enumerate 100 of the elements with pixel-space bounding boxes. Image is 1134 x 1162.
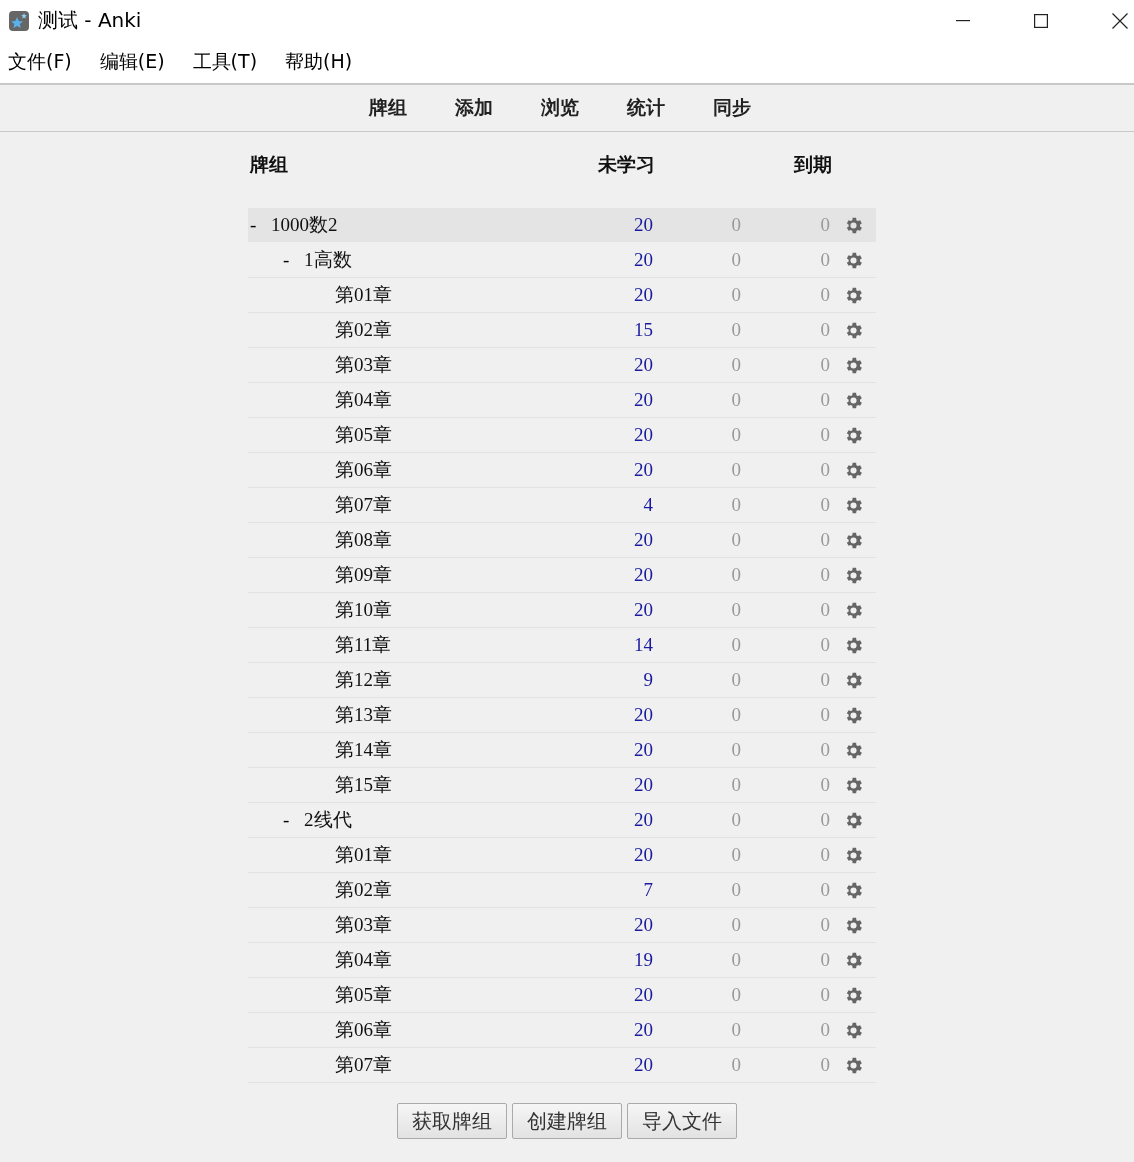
action-button[interactable]: 获取牌组: [397, 1103, 507, 1139]
learning-count: 0: [730, 389, 741, 411]
deck-name[interactable]: 第03章: [335, 912, 392, 938]
deck-name[interactable]: 第02章: [335, 877, 392, 903]
deck-name[interactable]: 第13章: [335, 702, 392, 728]
learning-count: 0: [730, 774, 741, 796]
deck-name[interactable]: 第14章: [335, 737, 392, 763]
deck-name[interactable]: 2线代: [304, 807, 352, 833]
deck-row[interactable]: 第12章 9 0 0: [248, 663, 876, 698]
minimize-icon[interactable]: [956, 19, 970, 22]
deck-name[interactable]: 第09章: [335, 562, 392, 588]
collapse-toggle[interactable]: -: [250, 214, 271, 236]
deck-row[interactable]: 第06章 20 0 0: [248, 453, 876, 488]
toolbar-link[interactable]: 同步: [713, 95, 751, 121]
new-count: 20: [633, 424, 653, 446]
window-title: 测试 - Anki: [38, 7, 142, 34]
deck-row[interactable]: 第14章 20 0 0: [248, 733, 876, 768]
deck-row[interactable]: - 1000数2 20 0 0: [248, 208, 876, 243]
collapse-toggle[interactable]: -: [283, 249, 304, 271]
maximize-icon[interactable]: [1034, 13, 1048, 28]
menu-item[interactable]: 文件(F): [8, 49, 72, 75]
deck-name[interactable]: 第04章: [335, 387, 392, 413]
menu-item[interactable]: 编辑(E): [99, 49, 165, 75]
deck-name[interactable]: 第05章: [335, 422, 392, 448]
deck-row[interactable]: 第09章 20 0 0: [248, 558, 876, 593]
deck-row[interactable]: 第10章 20 0 0: [248, 593, 876, 628]
deck-row[interactable]: - 2线代 20 0 0: [248, 803, 876, 838]
deck-name[interactable]: 第03章: [335, 352, 392, 378]
deck-name[interactable]: 第15章: [335, 772, 392, 798]
deck-row[interactable]: 第04章 20 0 0: [248, 383, 876, 418]
due-count: 0: [819, 1019, 830, 1041]
learning-count: 0: [730, 459, 741, 481]
deck-name[interactable]: 第02章: [335, 317, 392, 343]
due-count: 0: [819, 809, 830, 831]
new-count: 20: [633, 1019, 653, 1041]
deck-row[interactable]: 第11章 14 0 0: [248, 628, 876, 663]
deck-name[interactable]: 1000数2: [271, 212, 338, 238]
deck-name[interactable]: 第04章: [335, 947, 392, 973]
new-count: 9: [642, 669, 653, 691]
deck-row[interactable]: 第04章 19 0 0: [248, 943, 876, 978]
deck-row[interactable]: - 1高数 20 0 0: [248, 243, 876, 278]
deck-name[interactable]: 第07章: [335, 492, 392, 518]
learning-count: 0: [730, 669, 741, 691]
learning-count: 0: [730, 564, 741, 586]
column-header: 到期: [793, 153, 832, 177]
deck-row[interactable]: 第01章 20 0 0: [248, 278, 876, 313]
due-count: 0: [819, 599, 830, 621]
menu-item[interactable]: 工具(T): [192, 49, 258, 75]
deck-name[interactable]: 第01章: [335, 842, 392, 868]
deck-row[interactable]: 第07章 4 0 0: [248, 488, 876, 523]
learning-count: 0: [730, 844, 741, 866]
deck-row[interactable]: 第03章 20 0 0: [248, 348, 876, 383]
action-button[interactable]: 创建牌组: [512, 1103, 622, 1139]
deck-row[interactable]: 第08章 20 0 0: [248, 523, 876, 558]
learning-count: 0: [730, 284, 741, 306]
due-count: 0: [819, 529, 830, 551]
deck-row[interactable]: 第02章 7 0 0: [248, 873, 876, 908]
deck-name[interactable]: 第06章: [335, 1017, 392, 1043]
learning-count: 0: [730, 529, 741, 551]
new-count: 20: [633, 809, 653, 831]
deck-name[interactable]: 第06章: [335, 457, 392, 483]
deck-row[interactable]: 第01章 20 0 0: [248, 838, 876, 873]
learning-count: 0: [730, 1054, 741, 1076]
deck-row[interactable]: 第15章 20 0 0: [248, 768, 876, 803]
deck-row[interactable]: 第05章 20 0 0: [248, 978, 876, 1013]
deck-row[interactable]: 第06章 20 0 0: [248, 1013, 876, 1048]
deck-row[interactable]: 第02章 15 0 0: [248, 313, 876, 348]
new-count: 20: [633, 704, 653, 726]
deck-row[interactable]: 第03章 20 0 0: [248, 908, 876, 943]
due-count: 0: [819, 739, 830, 761]
new-count: 20: [633, 284, 653, 306]
collapse-toggle[interactable]: -: [283, 809, 304, 831]
deck-name[interactable]: 第10章: [335, 597, 392, 623]
toolbar-link[interactable]: 浏览: [541, 95, 579, 121]
deck-name[interactable]: 第07章: [335, 1052, 392, 1078]
learning-count: 0: [730, 949, 741, 971]
learning-count: 0: [730, 739, 741, 761]
menu-item[interactable]: 帮助(H): [285, 49, 353, 75]
deck-row[interactable]: 第13章 20 0 0: [248, 698, 876, 733]
deck-name[interactable]: 第11章: [335, 632, 392, 658]
deck-name[interactable]: 第01章: [335, 282, 392, 308]
toolbar-link[interactable]: 统计: [627, 95, 665, 121]
deck-name[interactable]: 第08章: [335, 527, 392, 553]
due-count: 0: [819, 249, 830, 271]
learning-count: 0: [730, 914, 741, 936]
learning-count: 0: [730, 879, 741, 901]
toolbar-link[interactable]: 添加: [455, 95, 493, 121]
due-count: 0: [819, 214, 830, 236]
learning-count: 0: [730, 984, 741, 1006]
due-count: 0: [819, 844, 830, 866]
toolbar-link[interactable]: 牌组: [369, 95, 407, 121]
close-icon[interactable]: [1112, 12, 1128, 29]
learning-count: 0: [730, 599, 741, 621]
deck-row[interactable]: 第07章 20 0 0: [248, 1048, 876, 1083]
learning-count: 0: [730, 249, 741, 271]
deck-name[interactable]: 第12章: [335, 667, 392, 693]
deck-row[interactable]: 第05章 20 0 0: [248, 418, 876, 453]
action-button[interactable]: 导入文件: [627, 1103, 737, 1139]
deck-name[interactable]: 1高数: [304, 247, 352, 273]
deck-name[interactable]: 第05章: [335, 982, 392, 1008]
